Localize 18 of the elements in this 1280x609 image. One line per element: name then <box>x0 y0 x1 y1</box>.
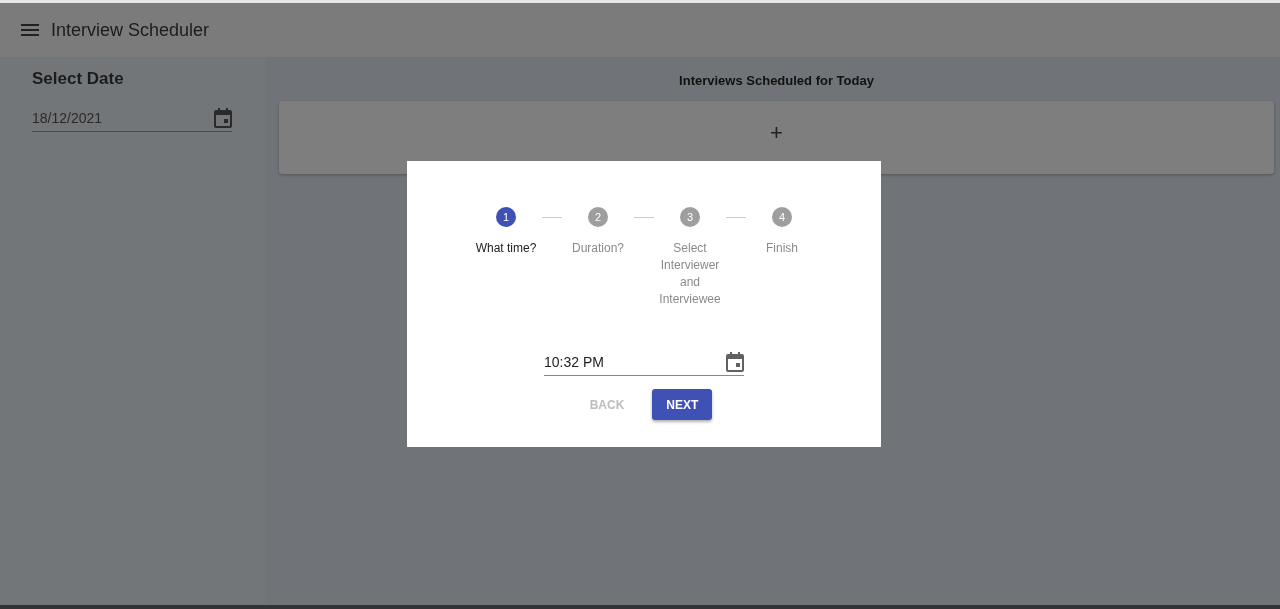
step-number[interactable]: 4 <box>772 207 792 227</box>
next-button[interactable]: NEXT <box>652 389 713 420</box>
step-label: Duration? <box>571 240 625 257</box>
add-interview-card[interactable]: + <box>279 101 1274 174</box>
step-label: What time? <box>474 240 538 257</box>
step-number[interactable]: 1 <box>496 207 516 227</box>
section-heading: Interviews Scheduled for Today <box>679 73 874 88</box>
step-label: Finish <box>765 240 799 257</box>
calendar-icon[interactable] <box>214 108 232 128</box>
step-number[interactable]: 3 <box>680 207 700 227</box>
step-label: Select Interviewer and Interviewee <box>658 240 722 308</box>
step-number[interactable]: 2 <box>588 207 608 227</box>
time-field[interactable]: 10:32 PM <box>544 352 744 376</box>
menu-icon[interactable] <box>21 23 39 37</box>
sidebar-heading: Select Date <box>32 69 124 89</box>
calendar-icon[interactable] <box>726 352 744 372</box>
app-title: Interview Scheduler <box>51 19 210 41</box>
date-field[interactable]: 18/12/2021 <box>32 108 232 132</box>
